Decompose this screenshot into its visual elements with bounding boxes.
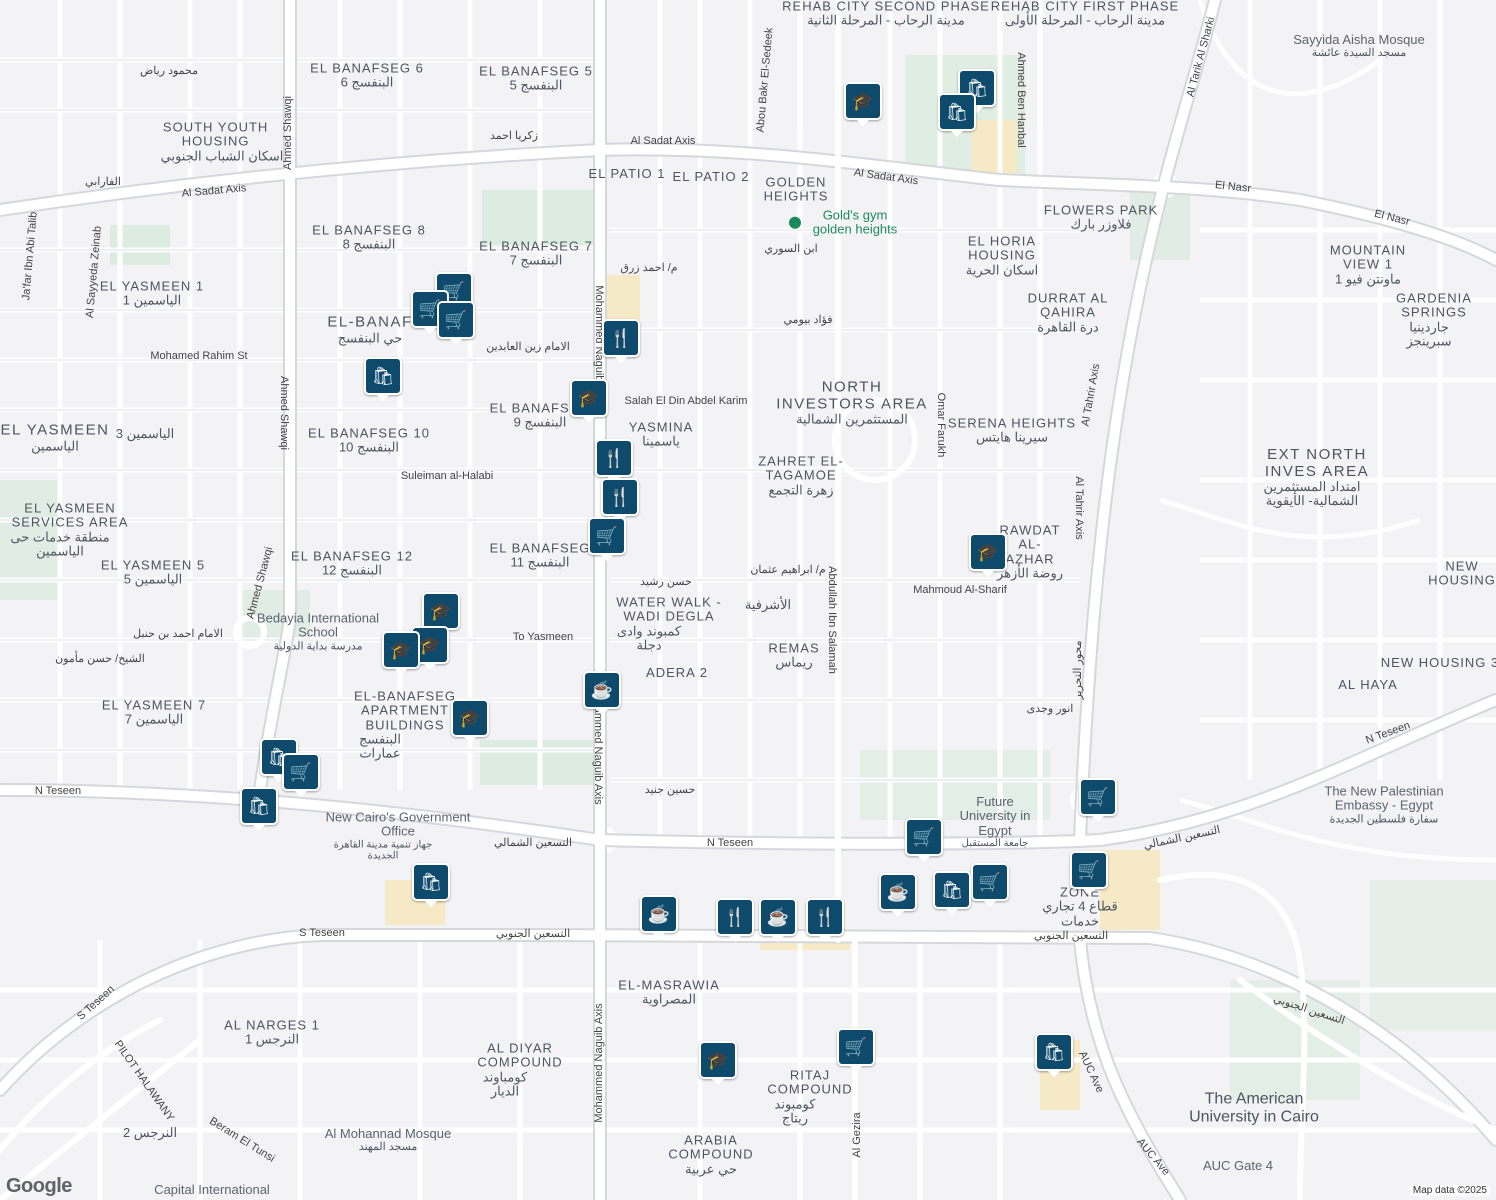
shopping-bag-pin[interactable]: 🛍 — [412, 863, 450, 901]
shopping-cart-icon: 🛒 — [1086, 786, 1110, 807]
cafe-pin[interactable]: ☕ — [879, 873, 917, 911]
shopping-bag-icon: 🛍 — [1042, 1041, 1066, 1062]
school-pin[interactable]: 🎓 — [844, 82, 882, 120]
shopping-bag-pin[interactable]: 🛍 — [1035, 1033, 1073, 1071]
fork-knife-icon: 🍴 — [608, 486, 632, 507]
shopping-bag-pin[interactable]: 🛍 — [240, 787, 278, 825]
coffee-cup-icon: ☕ — [886, 881, 910, 902]
school-pin[interactable]: 🎓 — [570, 379, 608, 417]
school-pin[interactable]: 🎓 — [451, 699, 489, 737]
cafe-pin[interactable]: ☕ — [583, 671, 621, 709]
school-pin[interactable]: 🎓 — [969, 533, 1007, 571]
restaurant-pin[interactable]: 🍴 — [595, 439, 633, 477]
fork-knife-icon: 🍴 — [602, 447, 626, 468]
shopping-bag-icon: 🛍 — [940, 879, 964, 900]
map-base — [0, 0, 1496, 1200]
shopping-bag-pin[interactable]: 🛍 — [933, 871, 971, 909]
google-logo[interactable]: Google — [6, 1175, 72, 1198]
shopping-bag-icon: 🛍 — [419, 871, 443, 892]
coffee-cup-icon: ☕ — [647, 903, 671, 924]
fork-knife-icon: 🍴 — [609, 327, 633, 348]
graduation-cap-icon: 🎓 — [976, 541, 1000, 562]
shopping-cart-icon: 🛒 — [978, 871, 1002, 892]
shopping-bag-icon: 🛍 — [247, 795, 271, 816]
school-pin[interactable]: 🎓 — [699, 1041, 737, 1079]
cart-pin[interactable]: 🛒 — [905, 818, 943, 856]
fork-knife-icon: 🍴 — [723, 906, 747, 927]
graduation-cap-icon: 🎓 — [429, 600, 453, 621]
shopping-bag-icon: 🛍 — [945, 101, 969, 122]
shopping-bag-icon: 🛍 — [371, 365, 395, 386]
cart-pin[interactable]: 🛒 — [837, 1028, 875, 1066]
map-canvas[interactable]: REHAB CITY SECOND PHASE مدينة الرحاب - ال… — [0, 0, 1496, 1200]
graduation-cap-icon: 🎓 — [458, 707, 482, 728]
shopping-cart-icon: 🛒 — [444, 309, 468, 330]
shopping-cart-icon: 🛒 — [1077, 859, 1101, 880]
cafe-pin[interactable]: ☕ — [640, 895, 678, 933]
graduation-cap-icon: 🎓 — [577, 387, 601, 408]
restaurant-pin[interactable]: 🍴 — [601, 478, 639, 516]
coffee-cup-icon: ☕ — [590, 679, 614, 700]
shopping-cart-icon: 🛒 — [844, 1036, 868, 1057]
school-pin[interactable]: 🎓 — [422, 592, 460, 630]
cart-pin[interactable]: 🛒 — [1079, 778, 1117, 816]
graduation-cap-icon: 🎓 — [389, 639, 413, 660]
school-pin[interactable]: 🎓 — [382, 631, 420, 669]
cart-pin[interactable]: 🛒 — [971, 863, 1009, 901]
shopping-cart-icon: 🛒 — [912, 826, 936, 847]
cart-pin[interactable]: 🛒 — [437, 301, 475, 339]
restaurant-pin[interactable]: 🍴 — [716, 898, 754, 936]
graduation-cap-icon: 🎓 — [418, 634, 442, 655]
shopping-bag-pin[interactable]: 🛍 — [938, 93, 976, 131]
cart-pin[interactable]: 🛒 — [588, 517, 626, 555]
shopping-bag-pin[interactable]: 🛍 — [364, 357, 402, 395]
map-data-attribution[interactable]: Map data ©2025 — [1409, 1185, 1490, 1196]
shopping-cart-icon: 🛒 — [595, 525, 619, 546]
coffee-cup-icon: ☕ — [766, 906, 790, 927]
shopping-cart-icon: 🛒 — [289, 761, 313, 782]
cafe-pin[interactable]: ☕ — [759, 898, 797, 936]
restaurant-pin[interactable]: 🍴 — [602, 319, 640, 357]
cart-pin[interactable]: 🛒 — [1070, 851, 1108, 889]
cart-pin[interactable]: 🛒 — [282, 753, 320, 791]
graduation-cap-icon: 🎓 — [706, 1049, 730, 1070]
fork-knife-icon: 🍴 — [813, 906, 837, 927]
graduation-cap-icon: 🎓 — [851, 90, 875, 111]
restaurant-pin[interactable]: 🍴 — [806, 898, 844, 936]
